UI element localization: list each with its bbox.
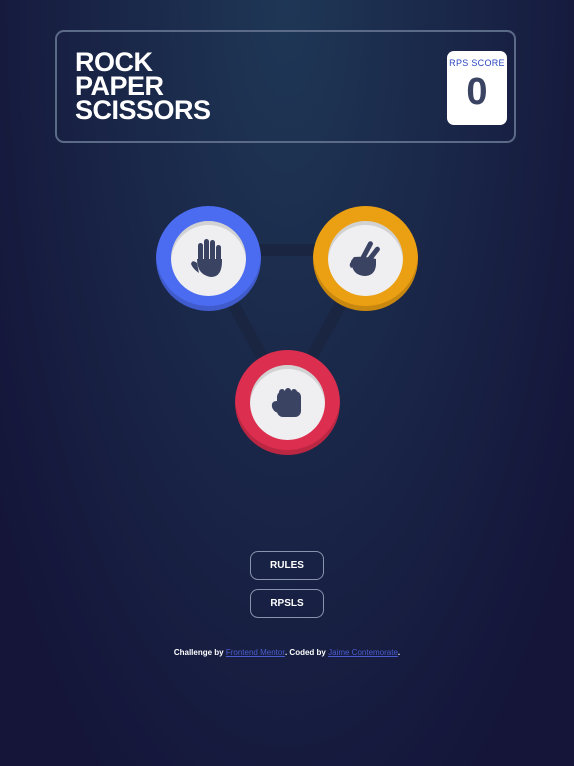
paper-hand-icon	[190, 238, 222, 277]
scissors-token-face	[328, 221, 403, 296]
rock-token-face	[250, 365, 325, 440]
rock-fist-icon	[271, 387, 301, 417]
scissors-hand-icon	[349, 240, 380, 276]
frontend-mentor-link[interactable]: Frontend Mentor	[226, 648, 285, 657]
footer-middle: . Coded by	[284, 648, 329, 657]
footer-prefix: Challenge by	[173, 648, 226, 657]
paper-token-face	[171, 221, 246, 296]
paper-token[interactable]	[156, 206, 261, 311]
footer-suffix: .	[397, 648, 401, 657]
rpsls-mode-button[interactable]: RPSLS	[250, 589, 324, 618]
rock-token[interactable]	[235, 350, 340, 455]
scissors-token[interactable]	[313, 206, 418, 311]
author-link[interactable]: Jaime Contemorate	[328, 648, 398, 657]
rules-button[interactable]: RULES	[250, 551, 324, 580]
attribution-footer: Challenge by Frontend Mentor. Coded by J…	[0, 648, 574, 657]
